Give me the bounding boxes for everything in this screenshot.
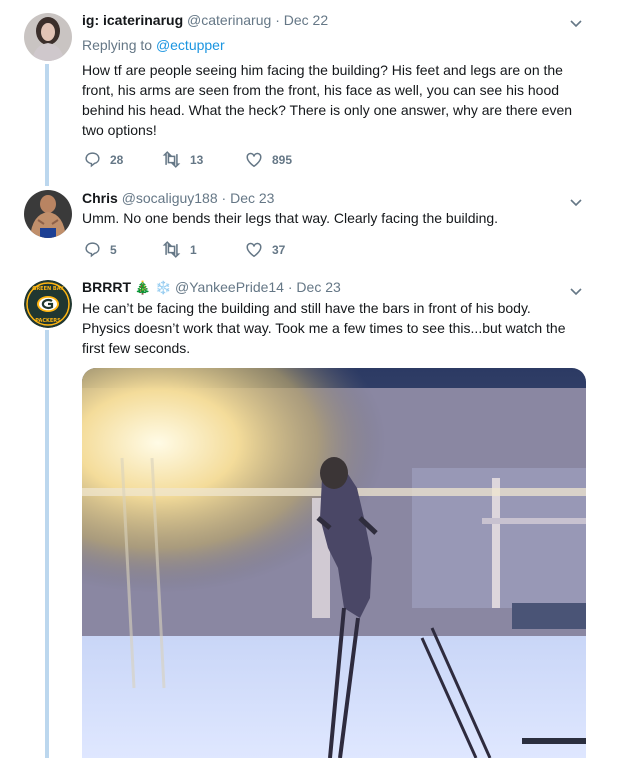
- replying-to: Replying to @ectupper: [82, 37, 225, 53]
- thread-line: [45, 330, 49, 758]
- tweet-1[interactable]: ig: icaterinarug @caterinarug · Dec 22 R…: [0, 0, 617, 186]
- chevron-down-icon[interactable]: [569, 16, 583, 30]
- like-icon: [246, 242, 262, 258]
- like-button[interactable]: 37: [245, 241, 285, 258]
- like-count: 37: [272, 242, 286, 257]
- like-icon: [246, 152, 262, 168]
- tweet-text: How tf are people seeing him facing the …: [82, 62, 573, 138]
- reply-button[interactable]: 28: [84, 151, 123, 168]
- retweet-icon: [162, 151, 181, 168]
- svg-text:PACKERS: PACKERS: [35, 318, 61, 324]
- avatar[interactable]: GREEN BAY PACKERS: [24, 280, 72, 328]
- reply-icon: [85, 242, 100, 258]
- display-name[interactable]: ig: icaterinarug: [82, 12, 183, 28]
- snowflake-emoji: ❄️: [154, 281, 172, 296]
- packers-logo-icon: GREEN BAY PACKERS: [24, 280, 72, 328]
- like-count: 895: [272, 152, 293, 167]
- replying-to-link[interactable]: @ectupper: [156, 37, 225, 53]
- tweet-actions: 5 1 37: [82, 241, 342, 261]
- chevron-down-icon[interactable]: [569, 195, 583, 209]
- tweet-date[interactable]: Dec 23: [230, 190, 274, 206]
- tweet-date[interactable]: Dec 22: [284, 12, 328, 28]
- retweet-button[interactable]: 13: [162, 151, 203, 168]
- tweet-actions: 28 13 895: [82, 151, 342, 171]
- reply-count: 5: [110, 242, 117, 257]
- tweet-header: Chris @socaliguy188 · Dec 23: [82, 190, 274, 206]
- separator-dot: ·: [275, 12, 280, 28]
- avatar[interactable]: [24, 13, 72, 61]
- tweet-header: ig: icaterinarug @caterinarug · Dec 22: [82, 12, 328, 28]
- tweet-date[interactable]: Dec 23: [296, 279, 340, 295]
- reply-icon: [85, 152, 100, 168]
- display-name[interactable]: BRRRT: [82, 279, 131, 295]
- display-name[interactable]: Chris: [82, 190, 118, 206]
- avatar[interactable]: [24, 190, 72, 238]
- reply-button[interactable]: 5: [84, 241, 117, 258]
- tweet-text: Umm. No one bends their legs that way. C…: [82, 210, 499, 226]
- retweet-count: 13: [190, 152, 204, 167]
- retweet-count: 1: [190, 242, 197, 257]
- like-button[interactable]: 895: [245, 151, 292, 168]
- tweet-video[interactable]: [82, 368, 586, 758]
- user-handle[interactable]: @YankeePride14: [175, 279, 284, 295]
- user-handle[interactable]: @socaliguy188: [122, 190, 218, 206]
- replying-label: Replying to: [82, 37, 153, 53]
- reply-count: 28: [110, 152, 124, 167]
- christmas-tree-emoji: 🎄: [134, 281, 152, 296]
- chevron-down-icon[interactable]: [569, 284, 583, 298]
- separator-dot: ·: [287, 279, 293, 295]
- user-handle[interactable]: @caterinarug: [187, 12, 271, 28]
- thread-line: [45, 64, 49, 186]
- retweet-button[interactable]: 1: [162, 241, 197, 258]
- svg-text:GREEN BAY: GREEN BAY: [32, 286, 64, 292]
- tweet-header: BRRRT 🎄 ❄️ @YankeePride14 · Dec 23: [82, 279, 341, 296]
- tweet-2[interactable]: Chris @socaliguy188 · Dec 23 Umm. No one…: [0, 186, 617, 268]
- tweet-text: He can’t be facing the building and stil…: [82, 300, 566, 356]
- separator-dot: ·: [221, 190, 227, 206]
- retweet-icon: [162, 241, 181, 258]
